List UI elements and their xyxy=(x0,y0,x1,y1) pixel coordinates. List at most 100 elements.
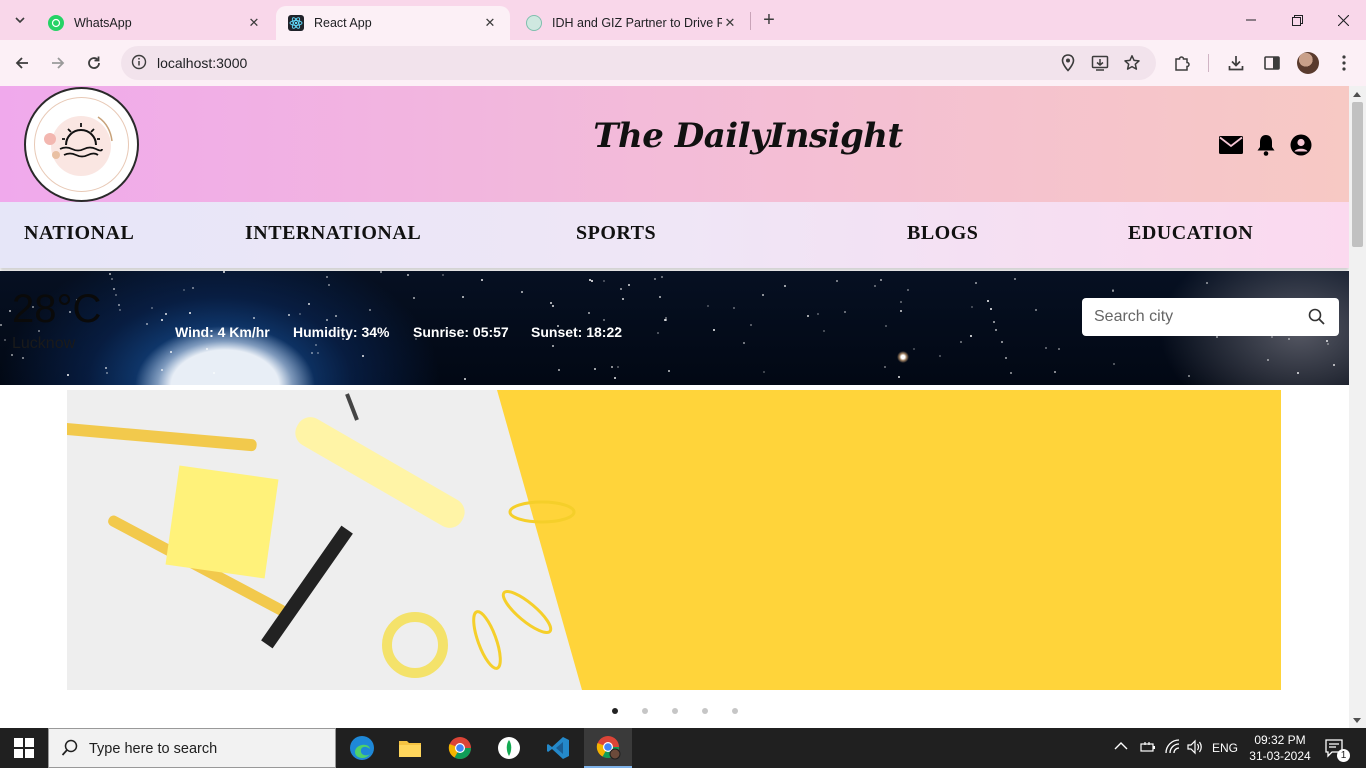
star-dot xyxy=(335,315,337,317)
city-search-box xyxy=(1082,298,1339,336)
star-dot xyxy=(661,276,663,278)
back-arrow-icon[interactable] xyxy=(8,49,36,77)
star-dot xyxy=(109,273,111,275)
humidity-stat: Humidity: 34% xyxy=(293,324,390,340)
scroll-down-arrow-icon[interactable] xyxy=(1353,718,1361,723)
show-hidden-icons-chevron-icon[interactable] xyxy=(1114,740,1128,754)
star-dot xyxy=(620,288,622,290)
notification-bell-icon[interactable] xyxy=(1254,133,1278,157)
carousel-dot-5[interactable] xyxy=(732,708,738,714)
notification-count-badge: 1 xyxy=(1337,749,1350,762)
language-indicator[interactable]: ENG xyxy=(1212,741,1238,755)
windows-taskbar: Type here to search ENG 09:32 PM 31-03-2… xyxy=(0,728,1366,768)
star-dot xyxy=(743,342,745,344)
star-dot xyxy=(308,303,310,305)
nav-link-blogs[interactable]: BLOGS xyxy=(907,222,978,245)
star-dot xyxy=(995,329,997,331)
side-panel-icon[interactable] xyxy=(1261,52,1283,74)
carousel-dot-4[interactable] xyxy=(702,708,708,714)
nav-link-international[interactable]: INTERNATIONAL xyxy=(245,222,421,245)
address-bar[interactable]: localhost:3000 xyxy=(121,46,1156,80)
close-tab-icon[interactable]: ✕ xyxy=(482,15,498,31)
city-search-input[interactable] xyxy=(1094,306,1294,328)
forward-arrow-icon[interactable] xyxy=(44,49,72,77)
profile-avatar[interactable] xyxy=(1297,52,1319,74)
carousel-dot-1[interactable] xyxy=(612,708,618,714)
site-title: The DailyInsight xyxy=(593,116,903,156)
reload-icon[interactable] xyxy=(80,49,108,77)
star-dot xyxy=(1326,340,1328,342)
star-dot xyxy=(1188,375,1190,377)
star-dot xyxy=(1058,348,1060,350)
taskbar-search-box[interactable]: Type here to search xyxy=(48,728,336,768)
star-dot xyxy=(657,332,659,334)
restore-window-icon[interactable] xyxy=(1274,0,1320,40)
scroll-up-arrow-icon[interactable] xyxy=(1353,92,1361,97)
site-info-icon[interactable] xyxy=(131,54,147,75)
star-dot xyxy=(707,305,709,307)
star-dot xyxy=(223,271,225,273)
sunset-stat: Sunset: 18:22 xyxy=(531,324,623,340)
minimize-window-icon[interactable] xyxy=(1228,0,1274,40)
battery-icon[interactable] xyxy=(1139,738,1157,759)
bookmark-star-icon[interactable] xyxy=(1123,54,1141,72)
star-dot xyxy=(763,371,765,373)
menu-kebab-icon[interactable] xyxy=(1333,52,1355,74)
star-dot xyxy=(588,312,590,314)
star-dot xyxy=(413,297,415,299)
star-dot xyxy=(594,368,596,370)
star-dot xyxy=(971,306,973,308)
close-tab-icon[interactable]: ✕ xyxy=(722,15,738,31)
star-dot xyxy=(733,307,735,309)
install-app-icon[interactable] xyxy=(1091,54,1109,72)
star-dot xyxy=(884,366,886,368)
wifi-icon[interactable] xyxy=(1164,738,1182,759)
vscode-app-icon[interactable] xyxy=(534,728,582,768)
star-dot xyxy=(11,354,13,356)
star-dot xyxy=(299,313,301,315)
downloads-icon[interactable] xyxy=(1225,52,1247,74)
user-account-icon[interactable] xyxy=(1289,133,1313,157)
star-dot xyxy=(1333,364,1335,366)
chrome-app-icon[interactable] xyxy=(436,728,484,768)
page-scrollbar[interactable] xyxy=(1349,86,1366,728)
search-icon[interactable] xyxy=(1308,308,1325,330)
location-pin-icon[interactable] xyxy=(1059,54,1077,72)
scrollbar-thumb[interactable] xyxy=(1352,102,1363,247)
star-dot xyxy=(807,315,809,317)
star-dot xyxy=(1001,341,1003,343)
mail-icon[interactable] xyxy=(1219,133,1243,157)
star-dot xyxy=(558,369,560,371)
nav-link-national[interactable]: NATIONAL xyxy=(24,222,134,245)
star-dot xyxy=(750,324,752,326)
chrome-profile-app-icon[interactable] xyxy=(584,728,632,768)
nav-link-education[interactable]: EDUCATION xyxy=(1128,222,1253,245)
carousel-dot-3[interactable] xyxy=(672,708,678,714)
star-dot xyxy=(206,348,208,350)
star-dot xyxy=(113,288,115,290)
star-dot xyxy=(784,285,786,287)
star-dot xyxy=(591,280,593,282)
tab-search-chevron-icon[interactable] xyxy=(8,8,32,32)
star-dot xyxy=(106,372,108,374)
windows-start-icon[interactable] xyxy=(14,738,34,758)
browser-toolbar: localhost:3000 xyxy=(0,40,1366,86)
tab-whatsapp[interactable]: WhatsApp ✕ xyxy=(36,6,274,40)
star-dot xyxy=(1112,290,1114,292)
mongodb-compass-icon[interactable] xyxy=(485,728,533,768)
new-tab-plus-icon[interactable]: + xyxy=(758,9,780,31)
star-dot xyxy=(900,301,902,303)
edge-app-icon[interactable] xyxy=(338,728,386,768)
star-dot xyxy=(1014,278,1016,280)
close-window-icon[interactable] xyxy=(1320,0,1366,40)
close-tab-icon[interactable]: ✕ xyxy=(246,15,262,31)
extensions-puzzle-icon[interactable] xyxy=(1171,52,1193,74)
tab-idh-giz[interactable]: IDH and GIZ Partner to Drive Re ✕ xyxy=(514,6,750,40)
system-clock[interactable]: 09:32 PM 31-03-2024 xyxy=(1248,732,1312,764)
star-dot xyxy=(1216,336,1218,338)
nav-link-sports[interactable]: SPORTS xyxy=(576,222,656,245)
carousel-dot-2[interactable] xyxy=(642,708,648,714)
volume-icon[interactable] xyxy=(1186,738,1204,759)
file-explorer-icon[interactable] xyxy=(386,728,434,768)
tab-react-app[interactable]: React App ✕ xyxy=(276,6,510,40)
